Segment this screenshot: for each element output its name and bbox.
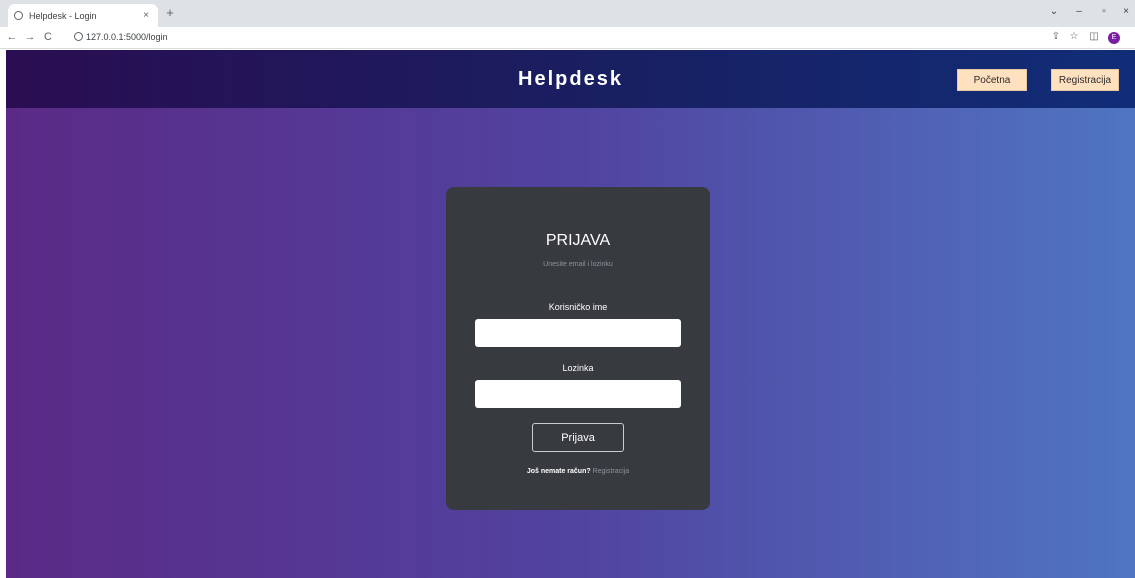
globe-icon bbox=[14, 11, 23, 20]
login-submit-button[interactable]: Prijava bbox=[532, 423, 624, 452]
app-navbar: Helpdesk Početna Registracija bbox=[6, 50, 1135, 108]
minimize-icon[interactable]: – bbox=[1072, 6, 1086, 17]
password-input[interactable] bbox=[475, 380, 681, 408]
url-field[interactable]: 127.0.0.1:5000/login bbox=[86, 32, 168, 42]
bookmark-star-icon[interactable]: ☆ bbox=[1068, 31, 1080, 42]
browser-tab[interactable]: Helpdesk - Login × bbox=[8, 4, 158, 27]
tab-title: Helpdesk - Login bbox=[29, 10, 97, 21]
username-label: Korisničko ime bbox=[548, 302, 608, 312]
login-subtitle: Unesite email i lozinku bbox=[543, 261, 613, 268]
maximize-icon[interactable]: ▫ bbox=[1097, 6, 1111, 17]
side-panel-icon[interactable]: ◫ bbox=[1088, 31, 1100, 42]
password-label: Lozinka bbox=[562, 363, 594, 373]
register-link[interactable]: Registracija bbox=[593, 468, 630, 475]
share-icon[interactable]: ⇪ bbox=[1050, 31, 1062, 42]
reload-icon[interactable]: C bbox=[42, 31, 54, 43]
login-title: PRIJAVA bbox=[545, 232, 611, 249]
tab-close-icon[interactable]: × bbox=[140, 10, 152, 21]
tab-search-icon[interactable]: ⌄ bbox=[1047, 6, 1061, 17]
browser-tab-bar: Helpdesk - Login × + ⌄ – ▫ × bbox=[0, 0, 1135, 27]
forward-icon[interactable]: → bbox=[24, 31, 36, 43]
register-question: Još nemate račun? bbox=[526, 468, 591, 475]
username-input[interactable] bbox=[475, 319, 681, 347]
back-icon[interactable]: ← bbox=[6, 31, 18, 43]
site-info-icon[interactable] bbox=[74, 32, 83, 41]
close-window-icon[interactable]: × bbox=[1119, 6, 1133, 17]
register-nav-button[interactable]: Registracija bbox=[1051, 69, 1119, 91]
profile-avatar-icon[interactable]: E bbox=[1108, 32, 1120, 44]
register-prompt: Još nemate račun? Registracija bbox=[446, 468, 710, 475]
address-bar: ← → C 127.0.0.1:5000/login ⇪ ☆ ◫ bbox=[0, 27, 1135, 49]
new-tab-icon[interactable]: + bbox=[163, 5, 177, 20]
login-card: PRIJAVA Unesite email i lozinku Korisnič… bbox=[446, 187, 710, 510]
page-background: Helpdesk Početna Registracija PRIJAVA Un… bbox=[6, 50, 1135, 578]
home-button[interactable]: Početna bbox=[957, 69, 1027, 91]
